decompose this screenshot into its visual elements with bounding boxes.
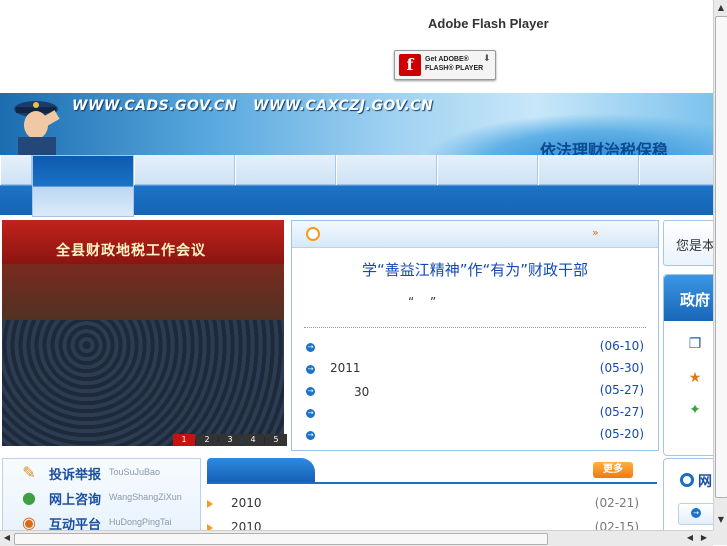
news-item-date: (05-30): [599, 361, 644, 375]
news-list-item[interactable]: → 30 (05-27): [306, 383, 644, 403]
nav-item-7[interactable]: [639, 155, 715, 185]
flash-player-title: Adobe Flash Player: [428, 16, 549, 31]
news-headline-link[interactable]: 学“善益江精神”作“有为”财政干部: [292, 259, 658, 280]
news-divider: [304, 327, 646, 328]
arrow-bullet-icon: →: [306, 365, 315, 374]
quick-links-panel: ✎ 投诉举报 TouSuJuBao ● 网上咨询 WangShangZiXun …: [2, 458, 201, 540]
vertical-scrollbar[interactable]: ▲ ▼: [713, 0, 727, 530]
nav-item-4[interactable]: [336, 155, 437, 185]
nav-item-5[interactable]: [437, 155, 538, 185]
news-item-date: (05-27): [599, 383, 644, 397]
news-list-item[interactable]: → (05-20): [306, 427, 644, 447]
quick-link-label[interactable]: 网上咨询: [49, 489, 101, 508]
arrow-bullet-icon: →: [306, 409, 315, 418]
news-item-date: (06-10): [599, 339, 644, 353]
notice-list-underline: [207, 482, 657, 484]
notice-list-tab[interactable]: [207, 458, 315, 484]
quick-link-pinyin: HuDongPingTai: [109, 517, 172, 527]
news-list-item[interactable]: → (06-10): [306, 339, 644, 359]
main-nav-bar: [0, 155, 715, 217]
slider-page-button[interactable]: 3: [219, 434, 241, 446]
arrow-bullet-icon: [207, 500, 213, 508]
slider-stage-image: [2, 264, 284, 324]
quick-link-pinyin: WangShangZiXun: [109, 492, 182, 502]
get-flash-player-button[interactable]: f Get ADOBE® FLASH® PLAYER ⬇: [394, 50, 496, 80]
notice-list-item[interactable]: 2010 (02-21): [207, 496, 639, 516]
slider-page-button[interactable]: 4: [242, 434, 264, 446]
nav-item-home-active[interactable]: [32, 155, 134, 217]
banner-slogan: 依法理财治税保稳: [540, 141, 669, 155]
quick-link-pinyin: TouSuJuBao: [109, 467, 161, 477]
scrollbar-corner: [713, 530, 727, 545]
more-button[interactable]: 更多: [593, 462, 633, 478]
news-header-ring-icon: [306, 227, 320, 241]
scroll-right-icon[interactable]: ▶: [698, 532, 710, 544]
visitor-count-text: 您是本: [676, 239, 716, 254]
horizontal-scroll-thumb[interactable]: [14, 533, 548, 545]
news-item-title[interactable]: 2011: [330, 361, 361, 375]
flash-logo-icon: f: [399, 54, 421, 76]
slider-pagination: 1 2 3 4 5: [172, 434, 287, 446]
arrow-bullet-icon: →: [306, 343, 315, 352]
slider-page-button[interactable]: 5: [265, 434, 287, 446]
nav-item-2[interactable]: [134, 155, 235, 185]
flash-badge-line1: Get ADOBE®: [425, 56, 469, 63]
nav-item-6[interactable]: [538, 155, 639, 185]
slider-page-button[interactable]: 2: [196, 434, 218, 446]
download-arrow-icon: ⬇: [483, 54, 491, 64]
scroll-down-icon[interactable]: ▼: [715, 514, 727, 526]
vertical-scroll-thumb[interactable]: [715, 16, 727, 498]
arrow-bullet-icon: →: [306, 431, 315, 440]
news-item-title[interactable]: 30: [330, 383, 369, 400]
news-item-date: (05-20): [599, 427, 644, 441]
scroll-left-icon[interactable]: ◀: [1, 532, 13, 544]
slider-caption: 全县财政地税工作会议: [56, 243, 206, 259]
notice-item-date: (02-21): [594, 496, 639, 510]
news-item-date: (05-27): [599, 405, 644, 419]
arrow-bullet-icon: →: [691, 508, 701, 518]
arrow-bullet-icon: →: [306, 387, 315, 396]
news-list-item[interactable]: → 2011 (05-30): [306, 361, 644, 381]
net-services-title: 网: [698, 474, 712, 490]
quick-link-label[interactable]: 投诉举报: [49, 464, 101, 483]
ring-icon: [680, 473, 694, 487]
nav-item-1[interactable]: [0, 155, 32, 185]
news-panel: » 学“善益江精神”作“有为”财政干部 “ ” → (06-10) → 2011…: [291, 220, 659, 451]
report-icon: ✎: [22, 463, 36, 482]
flash-badge-line2: FLASH® PLAYER: [425, 65, 484, 72]
site-banner: WWW.CADS.GOV.CN WWW.CAXCZJ.GOV.CN 依法理财治税…: [0, 93, 713, 155]
news-summary: “ ”: [408, 295, 443, 309]
banner-urls: WWW.CADS.GOV.CN WWW.CAXCZJ.GOV.CN: [72, 98, 434, 114]
news-list-item[interactable]: → (05-27): [306, 405, 644, 425]
slider-page-button[interactable]: 1: [173, 434, 195, 446]
quick-link-consult[interactable]: ● 网上咨询 WangShangZiXun: [7, 486, 197, 510]
scroll-left-alt-icon[interactable]: ◀: [684, 532, 696, 544]
gov-services-title: 政府: [680, 291, 711, 309]
photo-slider[interactable]: 全县财政地税工作会议: [2, 220, 284, 446]
news-panel-header: »: [292, 221, 658, 248]
scroll-up-icon[interactable]: ▲: [715, 2, 727, 14]
puzzle-icon[interactable]: ✦: [686, 401, 704, 419]
slider-audience-image: [2, 320, 284, 446]
notice-item-title[interactable]: 2010: [231, 496, 262, 510]
officer-portrait-icon: [14, 101, 60, 155]
chat-icon: ●: [22, 488, 36, 507]
copy-icon[interactable]: ❐: [686, 335, 704, 353]
quick-link-complaint[interactable]: ✎ 投诉举报 TouSuJuBao: [7, 461, 197, 485]
nav-item-3[interactable]: [235, 155, 336, 185]
notice-list-panel: 更多 2010 (02-21) 2010 (02-15): [207, 458, 657, 538]
horizontal-scrollbar[interactable]: ◀ ◀ ▶: [0, 530, 713, 546]
medal-icon[interactable]: ★: [686, 369, 704, 387]
news-more-link[interactable]: »: [592, 226, 599, 239]
